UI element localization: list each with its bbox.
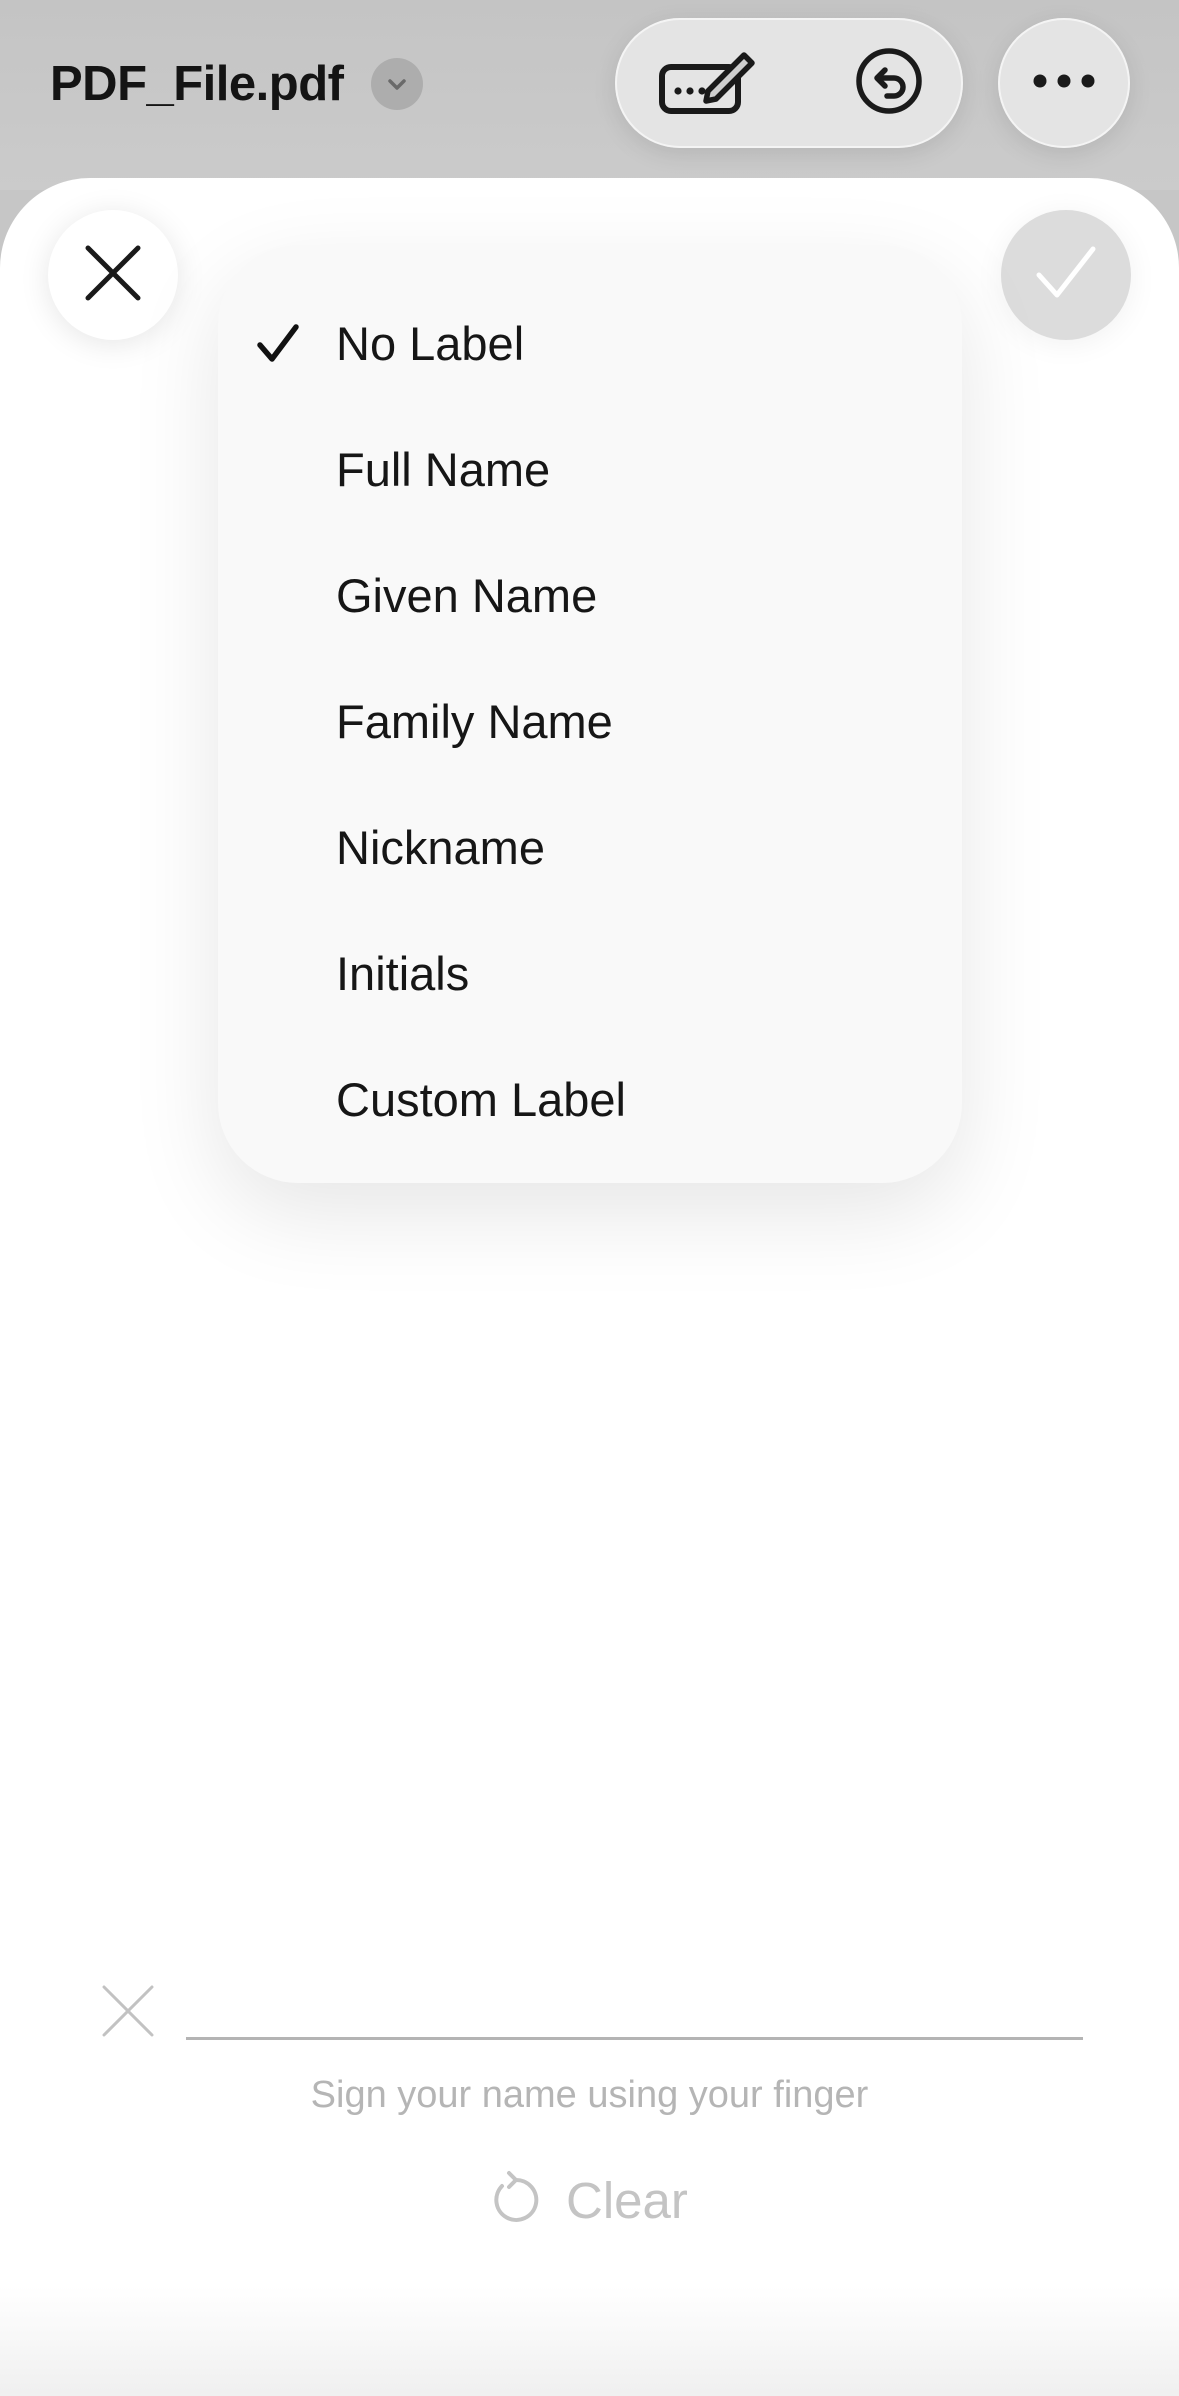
menu-item-family-name[interactable]: Family Name — [218, 659, 962, 785]
toolbar-actions-group — [615, 18, 963, 148]
document-title-button[interactable]: PDF_File.pdf — [50, 52, 424, 116]
menu-item-no-label[interactable]: No Label — [218, 281, 962, 407]
menu-item-label: Nickname — [336, 821, 545, 874]
label-menu: No Label Full Name Given Name Family Nam… — [218, 245, 962, 1183]
done-button[interactable] — [1001, 210, 1131, 340]
signature-hint: Sign your name using your finger — [310, 2074, 869, 2116]
sheet-bottom-fade — [0, 2286, 1179, 2396]
menu-item-label: Given Name — [336, 569, 598, 622]
chevron-down-icon — [371, 58, 424, 110]
close-icon — [84, 244, 142, 307]
menu-item-initials[interactable]: Initials — [218, 911, 962, 1037]
menu-item-full-name[interactable]: Full Name — [218, 407, 962, 533]
signature-pen-icon — [658, 45, 758, 122]
x-mark-icon — [100, 1983, 156, 2039]
undo-icon — [854, 46, 924, 121]
document-title: PDF_File.pdf — [50, 57, 344, 111]
menu-item-label: No Label — [336, 317, 525, 370]
close-button[interactable] — [48, 210, 178, 340]
clear-button[interactable]: Clear — [488, 2164, 688, 2236]
markup-button[interactable] — [655, 43, 761, 123]
ellipsis-icon — [1032, 73, 1096, 94]
clear-label: Clear — [566, 2171, 688, 2229]
menu-item-label: Full Name — [336, 443, 551, 496]
menu-item-label: Family Name — [336, 695, 613, 748]
rotate-ccw-icon — [488, 2170, 542, 2231]
signature-line[interactable] — [186, 2037, 1083, 2040]
menu-item-given-name[interactable]: Given Name — [218, 533, 962, 659]
undo-button[interactable] — [849, 43, 929, 123]
menu-item-nickname[interactable]: Nickname — [218, 785, 962, 911]
menu-item-label: Initials — [336, 947, 470, 1000]
checkmark-icon — [252, 317, 306, 371]
more-button[interactable] — [998, 18, 1130, 148]
menu-item-label: Custom Label — [336, 1073, 626, 1126]
checkmark-icon — [1035, 245, 1097, 306]
menu-item-custom-label[interactable]: Custom Label — [218, 1037, 962, 1163]
